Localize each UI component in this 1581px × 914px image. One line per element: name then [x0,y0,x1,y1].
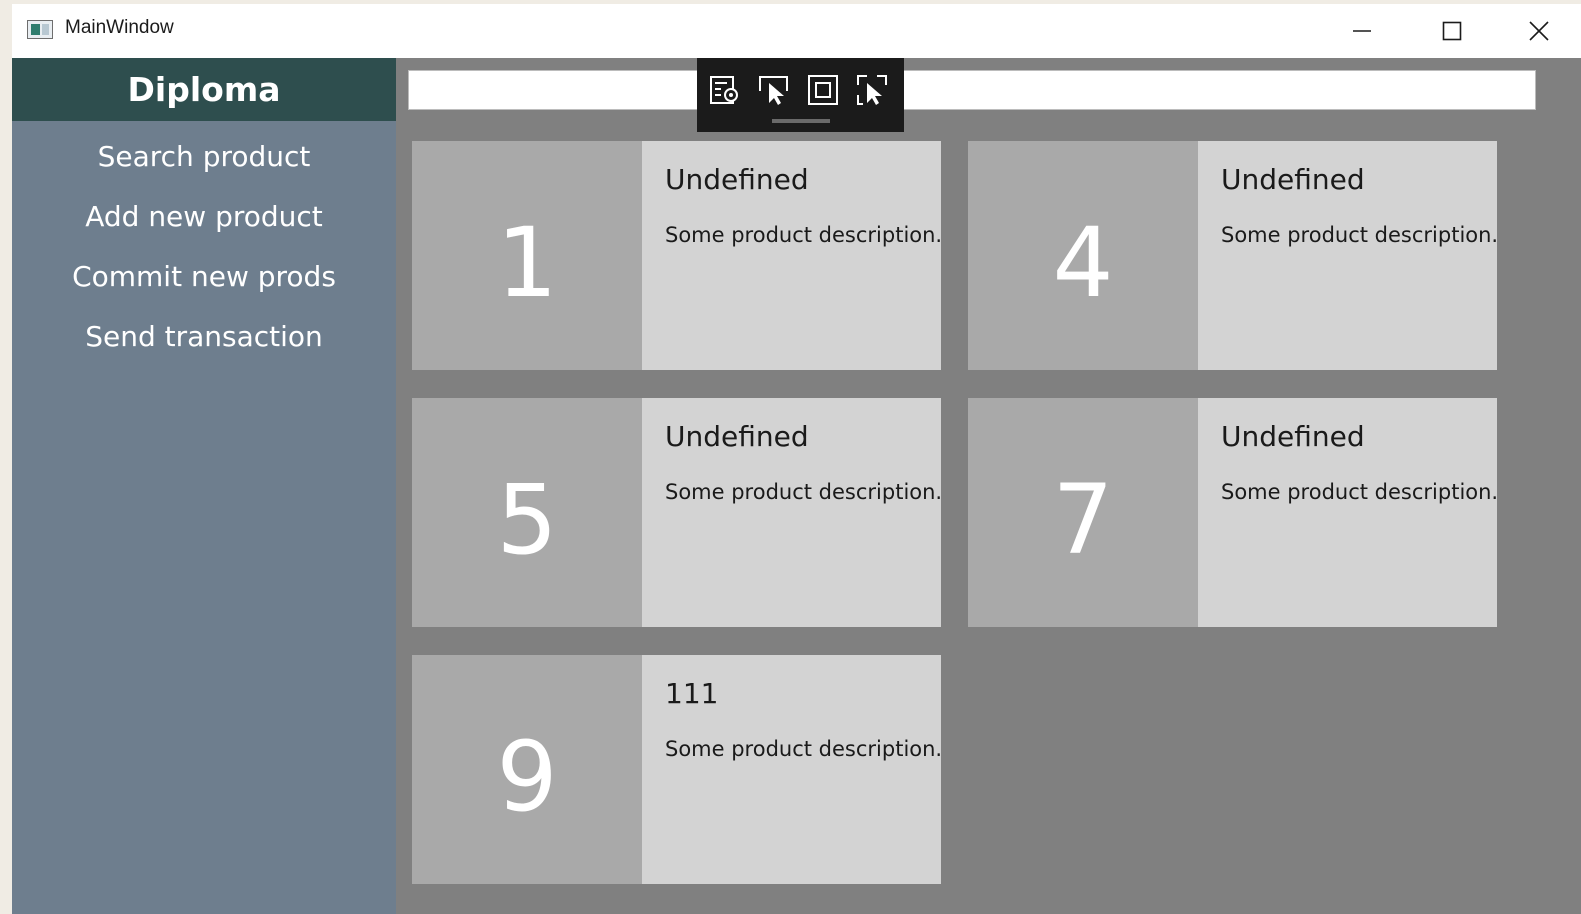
maximize-button[interactable] [1407,4,1497,58]
track-focused-element-icon[interactable] [855,73,889,107]
product-title: Undefined [665,163,809,196]
product-title: Undefined [665,420,809,453]
product-description: Some product description. [1221,480,1499,504]
sidebar-item-commit-new-prods[interactable]: Commit new prods [12,257,396,297]
app-icon [27,20,53,39]
product-card[interactable]: 9 111 Some product description. [412,655,943,884]
close-icon [1529,21,1549,41]
maximize-icon [1442,21,1462,41]
sidebar-header: Diploma [12,58,396,121]
product-description: Some product description. [1221,223,1499,247]
product-description: Some product description. [665,223,943,247]
live-visual-tree-icon[interactable] [707,73,741,107]
product-card[interactable]: 4 Undefined Some product description. [968,141,1499,370]
debug-toolbar[interactable] [697,58,904,132]
sidebar-item-search-product[interactable]: Search product [12,137,396,177]
product-number: 5 [412,398,642,627]
minimize-button[interactable] [1317,4,1407,58]
window-title: MainWindow [65,17,174,38]
product-card[interactable]: 5 Undefined Some product description. [412,398,943,627]
sidebar: Diploma Search product Add new product C… [12,58,396,914]
title-bar[interactable]: MainWindow [12,4,1581,58]
product-card[interactable]: 1 Undefined Some product description. [412,141,943,370]
select-element-icon[interactable] [757,73,791,107]
product-number: 1 [412,141,642,370]
sidebar-item-add-new-product[interactable]: Add new product [12,197,396,237]
sidebar-item-send-transaction[interactable]: Send transaction [12,317,396,357]
minimize-icon [1353,30,1371,32]
product-card[interactable]: 7 Undefined Some product description. [968,398,1499,627]
main-window: MainWindow Diploma Search product Add ne… [12,4,1581,914]
product-title: Undefined [1221,163,1365,196]
product-number: 4 [968,141,1198,370]
product-description: Some product description. [665,480,943,504]
product-number: 9 [412,655,642,884]
product-number: 7 [968,398,1198,627]
toolbar-drag-handle[interactable] [772,119,830,123]
display-layout-adorners-icon[interactable] [806,73,840,107]
close-button[interactable] [1497,4,1581,58]
search-input[interactable] [408,70,1536,110]
product-description: Some product description. [665,737,943,761]
product-title: Undefined [1221,420,1365,453]
content-area: 1 Undefined Some product description. 4 … [396,58,1581,914]
product-title: 111 [665,677,719,710]
